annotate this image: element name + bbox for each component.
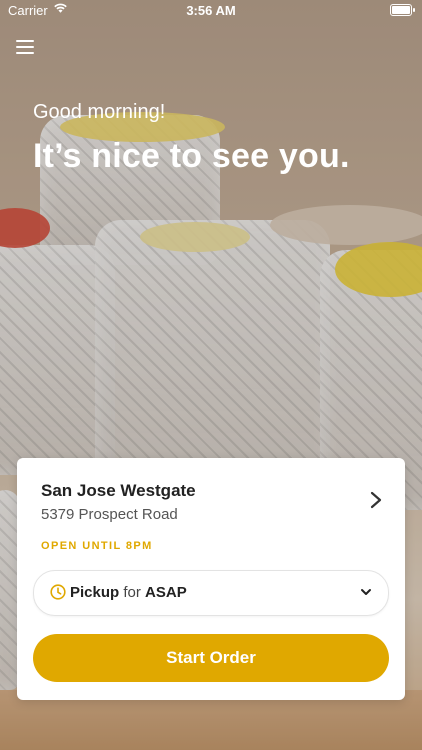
status-bar: Carrier 3:56 AM	[0, 0, 422, 22]
battery-icon	[390, 4, 415, 16]
clock-icon	[50, 584, 66, 600]
pickup-connector: for	[123, 584, 141, 601]
store-hours: OPEN UNTIL 8PM	[41, 540, 153, 552]
store-card: San Jose Westgate 5379 Prospect Road OPE…	[17, 458, 405, 700]
pickup-time-selector[interactable]: Pickup for ASAP	[33, 570, 389, 616]
store-address: 5379 Prospect Road	[41, 506, 178, 523]
status-time: 3:56 AM	[186, 3, 236, 18]
start-order-button[interactable]: Start Order	[33, 634, 389, 682]
welcome-headline: It’s nice to see you.	[33, 137, 350, 175]
pickup-summary: Pickup for ASAP	[70, 584, 187, 601]
greeting-text: Good morning!	[33, 101, 166, 123]
pickup-time: ASAP	[145, 584, 187, 601]
store-name[interactable]: San Jose Westgate	[41, 481, 196, 501]
pickup-mode: Pickup	[70, 584, 120, 601]
menu-icon[interactable]	[16, 40, 34, 54]
chevron-down-icon	[361, 589, 371, 595]
home-screen: Carrier 3:56 AM Good morning! It’s nice …	[0, 0, 422, 750]
chevron-right-icon[interactable]	[369, 491, 383, 509]
